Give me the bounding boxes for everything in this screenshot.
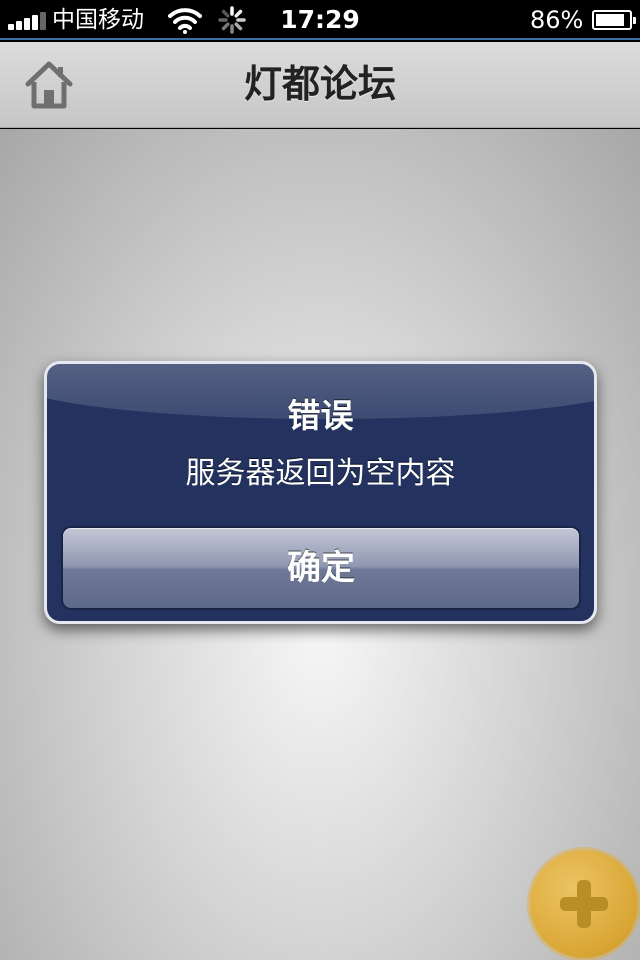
- alert-title: 错误: [287, 396, 354, 435]
- page-title: 灯都论坛: [243, 62, 396, 106]
- error-alert-dialog: 错误 服务器返回为空内容 确定: [44, 361, 597, 624]
- confirm-button[interactable]: 确定: [61, 526, 581, 610]
- alert-message: 服务器返回为空内容: [185, 456, 456, 491]
- battery-icon: [592, 10, 636, 30]
- nav-bar: 灯都论坛: [0, 42, 640, 128]
- battery-level-fill: [596, 14, 624, 26]
- status-bar: 中国移动 17:29 86%: [0, 0, 640, 40]
- app-screen: 中国移动 17:29 86% 灯都论坛 错误 服务器返回为空内容 确定: [0, 0, 640, 960]
- battery-percent: 86%: [530, 6, 584, 34]
- add-post-button[interactable]: [530, 850, 638, 958]
